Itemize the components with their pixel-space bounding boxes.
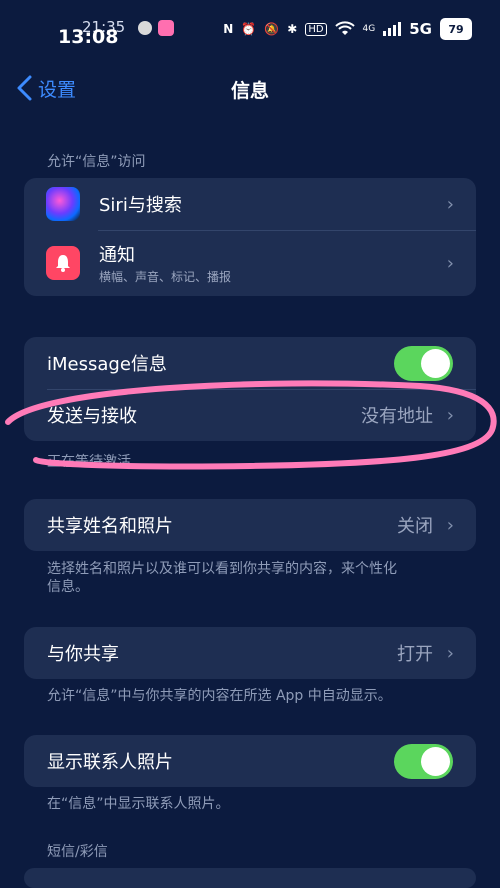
- hd-badge: HD: [305, 22, 327, 36]
- shared-with-you-label: 与你共享: [47, 644, 119, 665]
- nav-bar: 设置 信息: [0, 60, 500, 112]
- siri-search-label: Siri与搜索: [99, 195, 182, 216]
- section-header-access: 允许“信息”访问: [47, 154, 146, 170]
- mute-icon: 🔕: [264, 22, 280, 36]
- notifications-row[interactable]: 通知 横幅、声音、标记、播报 ›: [24, 230, 476, 296]
- network-type: 5G: [409, 20, 432, 38]
- chevron-right-icon: ›: [446, 404, 454, 426]
- send-receive-row[interactable]: 发送与接收 没有地址 ›: [24, 389, 476, 441]
- contact-photos-group: 显示联系人照片: [24, 735, 476, 787]
- status-right-icons: N ⏰ 🔕 ✱ HD 4G 5G 79: [223, 18, 472, 40]
- imessage-label: iMessage信息: [47, 354, 167, 375]
- contact-photos-label: 显示联系人照片: [47, 752, 173, 773]
- app-badge-icon: [158, 20, 174, 36]
- status-bar: 21:35 13:08 N ⏰ 🔕 ✱ HD 4G 5G 79: [0, 0, 500, 56]
- chevron-right-icon: ›: [446, 193, 454, 215]
- imessage-group: iMessage信息 发送与接收 没有地址 ›: [24, 337, 476, 441]
- share-name-value: 关闭: [397, 516, 433, 537]
- sms-group: [24, 868, 476, 888]
- page-title: 信息: [230, 80, 269, 102]
- alarm-icon: ⏰: [241, 22, 257, 36]
- signal-icon: [383, 22, 402, 36]
- status-app-icons: [138, 20, 174, 36]
- status-time: 13:08: [58, 26, 119, 48]
- share-name-row[interactable]: 共享姓名和照片 关闭 ›: [24, 499, 476, 551]
- share-name-label: 共享姓名和照片: [47, 516, 173, 537]
- chevron-right-icon: ›: [446, 514, 454, 536]
- siri-icon: [46, 187, 80, 221]
- battery-icon: 79: [440, 18, 472, 40]
- share-name-footnote: 选择姓名和照片以及谁可以看到你共享的内容，来个性化信息。: [47, 561, 397, 595]
- notifications-sublabel: 横幅、声音、标记、播报: [99, 270, 232, 284]
- contact-photos-toggle[interactable]: [394, 743, 453, 779]
- imessage-status-footnote: 正在等待激活...: [47, 454, 145, 470]
- contact-photos-footnote: 在“信息”中显示联系人照片。: [47, 796, 230, 812]
- shared-with-you-row[interactable]: 与你共享 打开 ›: [24, 627, 476, 679]
- share-name-group: 共享姓名和照片 关闭 ›: [24, 499, 476, 551]
- access-group: Siri与搜索 › 通知 横幅、声音、标记、播报 ›: [24, 178, 476, 296]
- chevron-right-icon: ›: [446, 252, 454, 274]
- imessage-toggle[interactable]: [394, 345, 453, 381]
- wechat-icon: [138, 21, 152, 35]
- send-receive-label: 发送与接收: [47, 406, 137, 427]
- siri-search-row[interactable]: Siri与搜索 ›: [24, 178, 476, 230]
- network-4g-label: 4G: [362, 24, 376, 34]
- imessage-row: iMessage信息: [24, 337, 476, 389]
- chevron-right-icon: ›: [446, 642, 454, 664]
- battery-level: 79: [448, 22, 464, 36]
- shared-with-you-group: 与你共享 打开 ›: [24, 627, 476, 679]
- send-receive-value: 没有地址: [361, 406, 433, 427]
- wifi-icon: [334, 21, 355, 35]
- bluetooth-icon: ✱: [287, 22, 298, 36]
- shared-with-you-footnote: 允许“信息”中与你共享的内容在所选 App 中自动显示。: [47, 688, 392, 704]
- nfc-icon: N: [223, 22, 234, 36]
- section-header-sms: 短信/彩信: [47, 844, 108, 860]
- notifications-label: 通知: [99, 245, 135, 266]
- notification-bell-icon: [46, 246, 80, 280]
- contact-photos-row: 显示联系人照片: [24, 735, 476, 787]
- shared-with-you-value: 打开: [397, 644, 433, 665]
